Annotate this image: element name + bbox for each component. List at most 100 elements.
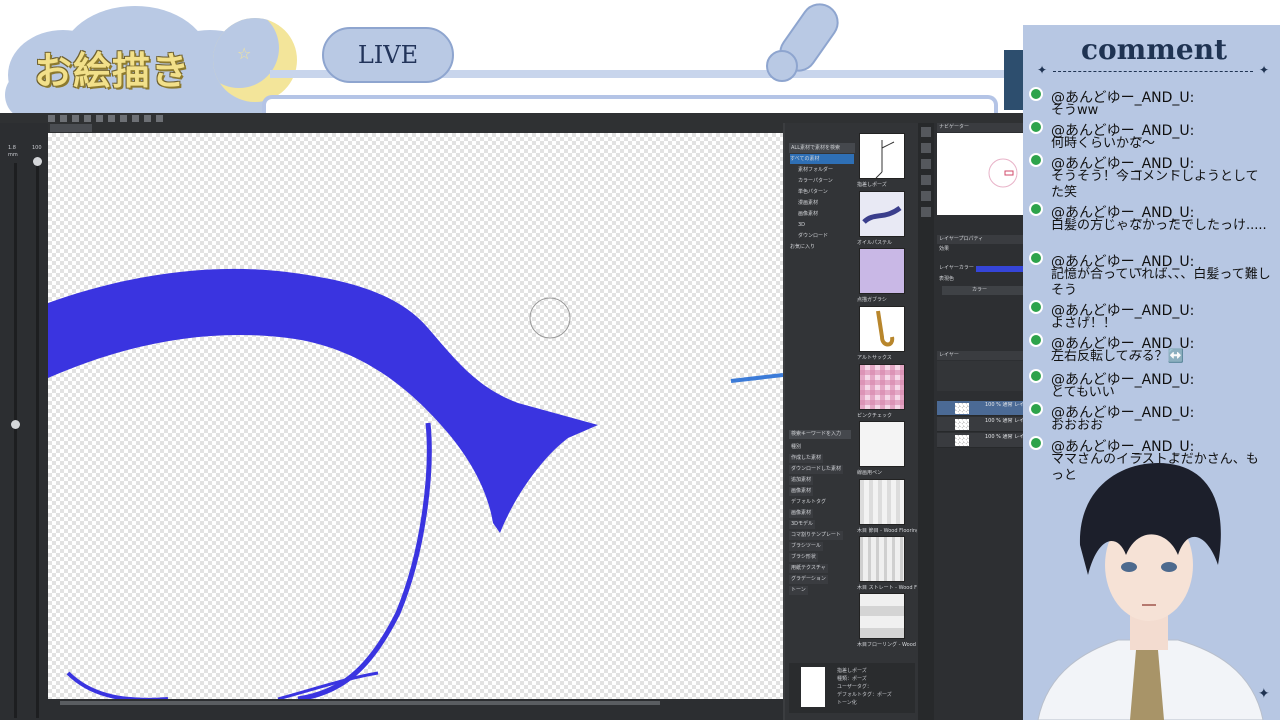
tag-item[interactable]: 3Dモデル xyxy=(789,520,816,529)
transform-icon[interactable] xyxy=(120,115,127,122)
material-panel: ALL素材で素材を検索 すべての素材 素材フォルダー カラーパターン 単色パター… xyxy=(785,123,918,720)
panel-toggle-icon[interactable] xyxy=(921,127,931,137)
chat-divider xyxy=(1053,71,1253,72)
select-icon[interactable] xyxy=(132,115,139,122)
material-detail-thumb xyxy=(801,667,825,707)
detail-line: 指差しポーズ xyxy=(837,668,867,674)
material-label: 木目フローリング - Wood Floo xyxy=(857,642,917,648)
layer-thumbnail xyxy=(955,403,969,414)
opacity-slider-knob[interactable] xyxy=(33,157,42,166)
material-thumb-sax[interactable] xyxy=(859,306,905,352)
tag-item[interactable]: グラデーション xyxy=(789,575,828,584)
layer-color-swatch[interactable] xyxy=(976,266,1030,272)
panel-icon-bar xyxy=(918,123,934,720)
user-avatar-icon xyxy=(1029,436,1043,450)
tag-item[interactable]: 追加素材 xyxy=(789,476,814,485)
material-thumb-wood2[interactable] xyxy=(859,536,905,582)
vtuber-avatar xyxy=(1037,463,1264,720)
canvas-tab[interactable] xyxy=(50,124,92,132)
paint-app-window: 1.8 mm 100 ALL素材で素材を検索 すべての素材 素材フォルダー カラ… xyxy=(0,113,1030,720)
opacity-slider[interactable] xyxy=(36,163,39,718)
chat-text: 何時くらいかな～ xyxy=(1051,136,1156,151)
tree-item-all[interactable]: すべての素材 xyxy=(790,154,854,164)
user-avatar-icon xyxy=(1029,402,1043,416)
material-thumb-wood3[interactable] xyxy=(859,593,905,639)
layer-thumbnail xyxy=(955,435,969,446)
drawing-canvas[interactable] xyxy=(48,133,783,699)
layer-row[interactable]: 100 % 通常 レイヤー xyxy=(937,433,1030,448)
sparkle-icon: ✦ xyxy=(1037,63,1048,77)
user-avatar-icon xyxy=(1029,202,1043,216)
tag-item[interactable]: 画像素材 xyxy=(789,509,814,518)
material-keyword-input[interactable]: 検索キーワードを入力 xyxy=(789,430,851,439)
layer-row[interactable]: 100 % 通常 レイヤー 1 xyxy=(937,417,1030,432)
layer-panel-header: レイヤー xyxy=(937,351,1030,360)
app-command-bar xyxy=(0,113,1030,123)
navigator-thumbnail xyxy=(988,158,1018,188)
panel-toggle-icon[interactable] xyxy=(921,191,931,201)
panel-toggle-icon[interactable] xyxy=(921,207,931,217)
opacity-readout: 100 xyxy=(32,145,42,151)
material-thumbnail-list: 指差しポーズ オイルパステル 点描ガブラシ アルトサックス ピンクチェック 線画… xyxy=(855,131,918,720)
panel-toggle-icon[interactable] xyxy=(921,143,931,153)
tree-item-3d[interactable]: 3D xyxy=(790,220,854,230)
save-icon[interactable] xyxy=(72,115,79,122)
material-search-header[interactable]: ALL素材で素材を検索 xyxy=(789,143,855,153)
tree-item-color-pattern[interactable]: カラーパターン xyxy=(790,176,854,186)
tag-item: デフォルトタグ xyxy=(791,499,827,505)
tag-item[interactable]: トーン xyxy=(789,586,808,595)
brush-size-strip: 1.8 mm 100 xyxy=(0,123,48,720)
layer-row[interactable]: 100 % 通常 レイヤー xyxy=(937,401,1030,416)
panel-toggle-icon[interactable] xyxy=(921,175,931,185)
exclamation-dot-icon xyxy=(766,50,798,82)
material-thumb-pose[interactable] xyxy=(859,133,905,179)
moon-icon xyxy=(213,18,297,102)
expression-color-dropdown[interactable]: カラー xyxy=(942,286,1026,295)
horizontal-scrollbar[interactable] xyxy=(60,701,660,705)
size-slider[interactable] xyxy=(14,163,17,718)
material-label: 点描ガブラシ xyxy=(857,297,887,303)
open-icon[interactable] xyxy=(60,115,67,122)
tag-item[interactable]: 作成した素材 xyxy=(789,454,824,463)
chat-text: おおおお xyxy=(1051,418,1104,433)
tree-item-download[interactable]: ダウンロード xyxy=(790,231,854,241)
blue-stroke-lower xyxy=(297,422,432,699)
material-thumb-check[interactable] xyxy=(859,364,905,410)
ruler-icon[interactable] xyxy=(156,115,163,122)
snap-icon[interactable] xyxy=(144,115,151,122)
detail-line: トーン化 xyxy=(837,700,857,706)
layer-toolbar xyxy=(937,361,1030,391)
saxophone-icon xyxy=(876,310,895,347)
size-slider-knob[interactable] xyxy=(11,420,20,429)
pastel-stroke-icon xyxy=(862,205,902,224)
undo-icon[interactable] xyxy=(84,115,91,122)
panel-toggle-icon[interactable] xyxy=(921,159,931,169)
blue-line-right xyxy=(730,373,783,383)
tag-item[interactable]: 用紙テクスチャ xyxy=(789,564,828,573)
tag-item[interactable]: ブラシツール xyxy=(789,542,823,551)
redo-icon[interactable] xyxy=(96,115,103,122)
material-label: 木目 節目 - Wood Flooring xyxy=(857,528,917,534)
tag-item[interactable]: 画像素材 xyxy=(789,487,814,496)
material-label: オイルパステル xyxy=(857,240,893,246)
navigator-preview[interactable] xyxy=(937,133,1030,215)
tree-item-folder[interactable]: 素材フォルダー xyxy=(790,165,854,175)
material-thumb-wood1[interactable] xyxy=(859,479,905,525)
tag-item[interactable]: コマ割りテンプレート xyxy=(789,531,843,540)
material-thumb-dots[interactable] xyxy=(859,248,905,294)
chat-text: 記憶が合っていれば、、、白髪って難しそう xyxy=(1051,267,1271,298)
material-thumb-pastel[interactable] xyxy=(859,191,905,237)
clear-icon[interactable] xyxy=(108,115,115,122)
user-avatar-icon xyxy=(1029,300,1043,314)
tree-item-mono-pattern[interactable]: 単色パターン xyxy=(790,187,854,197)
tree-item-image[interactable]: 画像素材 xyxy=(790,209,854,219)
prop-row: 表現色 xyxy=(939,276,955,282)
chat-text: 白髪の方じゃなかったでしたっけ..... xyxy=(1051,218,1267,233)
tag-item[interactable]: ダウンロードした素材 xyxy=(789,465,844,474)
tag-item[interactable]: ブラシ形状 xyxy=(789,553,818,562)
tree-item-favorites[interactable]: お気に入り xyxy=(790,242,854,252)
tree-item-manga[interactable]: 漫画素材 xyxy=(790,198,854,208)
material-label: アルトサックス xyxy=(857,355,892,361)
material-thumb-linepen[interactable] xyxy=(859,421,905,467)
new-icon[interactable] xyxy=(48,115,55,122)
